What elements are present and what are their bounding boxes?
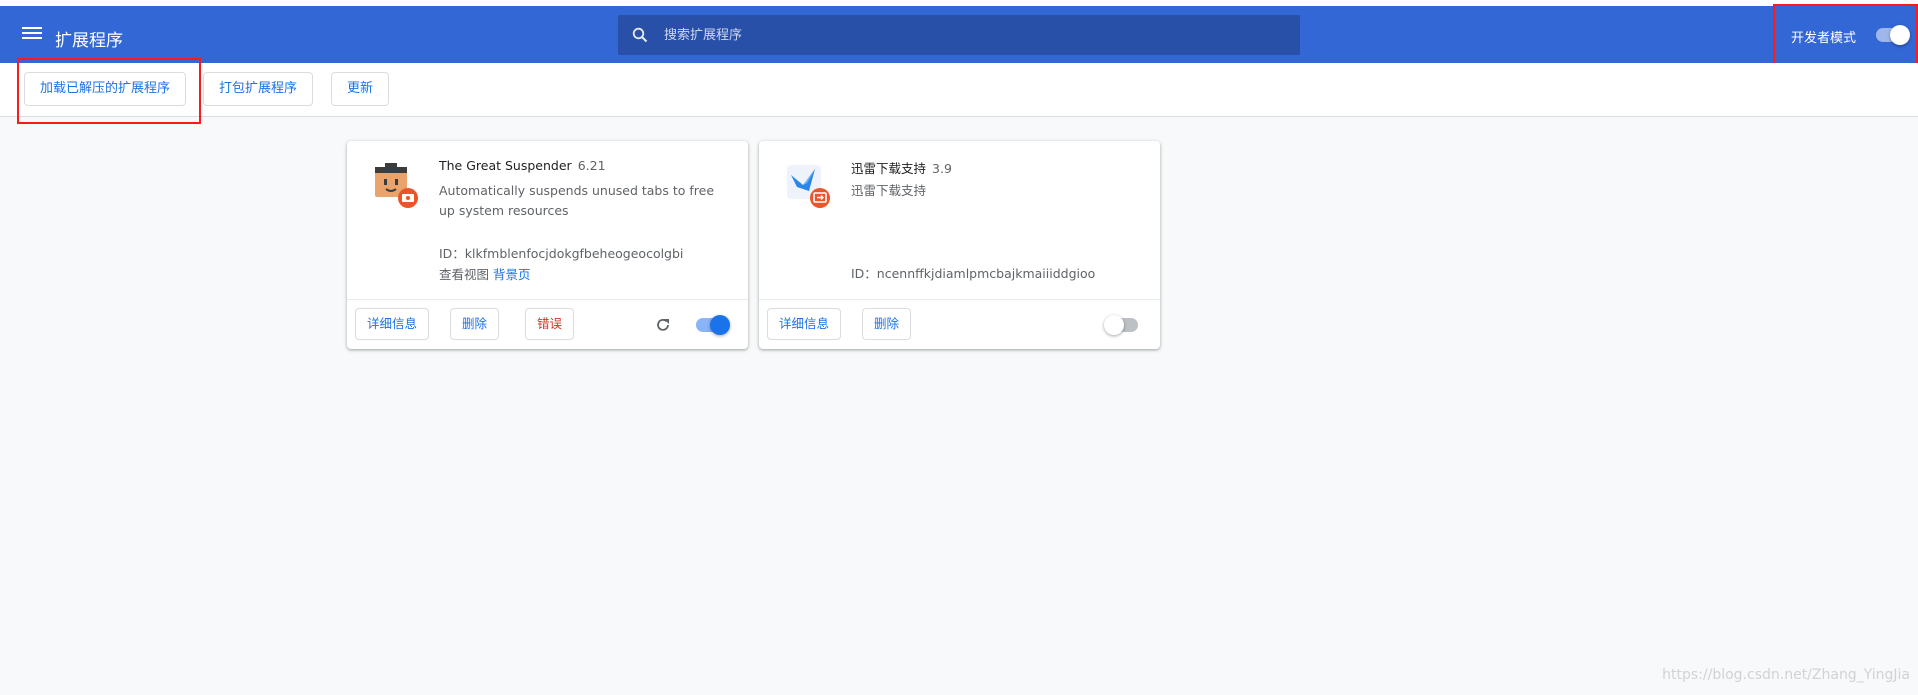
extension-version: 3.9 [932,161,952,176]
load-unpacked-highlight [17,58,201,124]
search-box[interactable] [618,15,1300,55]
background-page-link[interactable]: 背景页 [493,267,531,282]
search-input[interactable] [664,15,1284,55]
search-icon [632,27,648,43]
remove-button[interactable]: 删除 [862,308,912,340]
update-button[interactable]: 更新 [331,72,390,106]
extension-card-great-suspender: The Great Suspender 6.21 Automatically su… [347,141,748,349]
dev-toolbar: 加载已解压的扩展程序 打包扩展程序 更新 [0,63,1918,117]
extension-name: 迅雷下载支持 3.9 [851,161,952,176]
card-divider [347,299,748,300]
inspect-views: 查看视图 背景页 [439,267,531,282]
extension-id: ID：ncennffkjdiamlpmcbajkmaiiiddgioo [851,266,1096,281]
extension-description: 迅雷下载支持 [851,183,927,198]
errors-button[interactable]: 错误 [525,308,575,340]
extension-description: Automatically suspends unused tabs to fr… [439,183,715,218]
details-button[interactable]: 详细信息 [767,308,842,340]
watermark: https://blog.csdn.net/Zhang_YingJia [1662,667,1910,683]
pack-extension-button[interactable]: 打包扩展程序 [203,72,314,106]
extension-version: 6.21 [577,158,606,173]
remove-button[interactable]: 删除 [450,308,500,340]
enable-toggle[interactable] [696,315,730,335]
reload-icon[interactable] [654,316,672,334]
card-divider [759,299,1160,300]
extension-card-xunlei: 迅雷下载支持 3.9 迅雷下载支持 ID：ncennffkjdiamlpmcbaj… [759,141,1160,349]
extension-id: ID：klkfmblenfocjdokgfbeheogeocolgbi [439,246,684,261]
enable-toggle[interactable] [1104,315,1138,335]
xunlei-icon [787,165,830,208]
details-button[interactable]: 详细信息 [355,308,430,340]
extension-name: The Great Suspender 6.21 [439,158,606,173]
page-title: 扩展程序 [55,31,123,51]
great-suspender-icon [375,163,418,208]
dev-mode-highlight [1773,4,1918,67]
menu-icon[interactable] [22,24,42,44]
app-header: 扩展程序 开发者模式 [0,6,1918,63]
